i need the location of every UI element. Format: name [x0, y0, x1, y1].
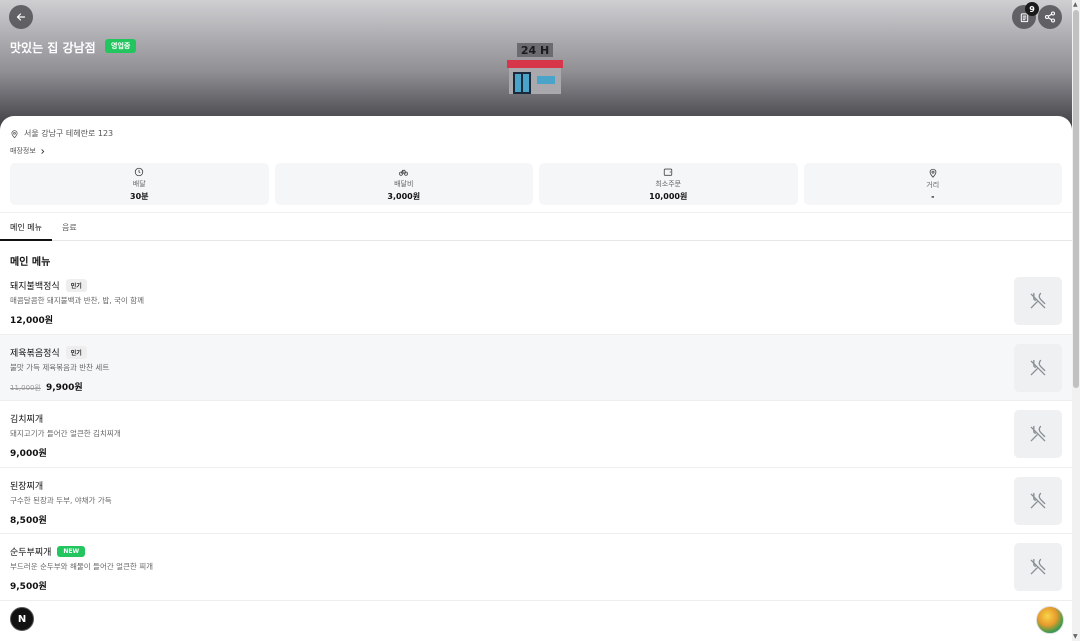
store-name: 맛있는 집 강남점 — [10, 41, 96, 55]
menu-item-price: 8,500원 — [10, 515, 47, 526]
menu-category-tabs: 메인 메뉴 음료 — [0, 212, 1072, 241]
menu-item-name: 순두부찌개 — [10, 548, 52, 558]
menu-item-desc: 매콤달콤한 돼지불백과 반찬, 밥, 국이 함께 — [10, 296, 144, 305]
section-title: 메인 메뉴 — [10, 257, 51, 268]
page-scrollbar[interactable] — [1072, 0, 1080, 641]
menu-item[interactable]: 돼지불백정식 인기 매콤달콤한 돼지불백과 반찬, 밥, 국이 함께 12,00… — [0, 268, 1072, 335]
menu-item-price: 9,900원 — [45, 382, 83, 393]
stat-label: 거리 — [926, 180, 940, 189]
no-image-utensils-icon — [1030, 558, 1046, 575]
menu-item-price: 12,000원 — [10, 316, 54, 326]
menu-item-thumbnail — [1014, 543, 1062, 591]
store-front-illustration: 24 H — [507, 43, 563, 94]
menu-item[interactable]: 된장찌개 구수한 된장과 두부, 야채가 가득 8,500원 — [0, 468, 1072, 534]
no-image-utensils-icon — [1030, 292, 1046, 309]
store-info-label: 매장정보 — [10, 147, 36, 155]
menu-item-desc: 부드러운 순두부와 해물이 들어간 얼큰한 찌개 — [10, 562, 154, 571]
scroll-down-arrow-icon[interactable]: ▼ — [1073, 633, 1078, 640]
menu-item-desc: 구수한 된장과 두부, 야채가 가득 — [10, 495, 112, 505]
location-pin-icon — [929, 168, 937, 178]
arrow-left-icon — [16, 13, 26, 21]
address-row: 서울 강남구 테헤란로 123 — [10, 128, 113, 139]
popular-tag: 인기 — [65, 279, 87, 292]
bike-icon — [399, 169, 409, 176]
clock-icon — [135, 167, 144, 176]
nextjs-dev-button[interactable]: N — [10, 607, 34, 631]
new-tag: NEW — [57, 546, 86, 557]
back-button[interactable] — [9, 5, 33, 29]
menu-item-name: 된장찌개 — [10, 481, 44, 492]
menu-item-price: 9,000원 — [10, 449, 47, 459]
address-text: 서울 강남구 테헤란로 123 — [24, 129, 114, 138]
chat-avatar-button[interactable] — [1036, 606, 1064, 634]
no-image-utensils-icon — [1030, 492, 1046, 508]
stat-label: 최소주문 — [655, 179, 682, 188]
store-sign-text: 24 H — [521, 44, 549, 57]
store-info-link[interactable]: 매장정보 — [10, 146, 46, 156]
menu-list: 돼지불백정식 인기 매콤달콤한 돼지불백과 반찬, 밥, 국이 함께 12,00… — [0, 268, 1072, 601]
menu-item-thumbnail — [1014, 476, 1062, 525]
stat-value: 3,000원 — [387, 191, 421, 201]
stat-label: 배달비 — [394, 179, 414, 188]
menu-item-name: 돼지불백정식 — [10, 282, 60, 292]
menu-item[interactable]: 제육볶음정식 인기 불맛 가득 제육볶음과 반찬 세트 11,000원 9,90… — [0, 334, 1072, 401]
no-image-utensils-icon — [1030, 359, 1046, 375]
stat-delivery-time: 배달 30분 — [10, 163, 269, 205]
share-icon — [1044, 11, 1056, 23]
order-count-badge: 9 — [1025, 2, 1039, 16]
tab-drinks[interactable]: 음료 — [52, 213, 87, 241]
stat-min-order: 최소주문 10,000원 — [539, 163, 798, 205]
delivery-stats: 배달 30분 배달비 3,000원 최소주문 10,000원 거리 - — [10, 163, 1062, 205]
menu-item[interactable]: 순두부찌개 NEW 부드러운 순두부와 해물이 들어간 얼큰한 찌개 9,500… — [0, 534, 1072, 601]
scrollbar-thumb[interactable] — [1073, 10, 1079, 388]
scroll-up-arrow-icon[interactable]: ▲ — [1073, 1, 1078, 8]
menu-item-thumbnail — [1014, 277, 1062, 325]
stat-label: 배달 — [132, 179, 146, 188]
menu-item-original-price: 11,000원 — [10, 383, 41, 392]
share-button[interactable] — [1038, 5, 1062, 29]
menu-item-price: 9,500원 — [10, 582, 47, 592]
no-image-utensils-icon — [1030, 425, 1046, 442]
menu-item[interactable]: 김치찌개 돼지고기가 들어간 얼큰한 김치찌개 9,000원 — [0, 401, 1072, 468]
location-pin-icon — [11, 129, 18, 138]
tab-main-menu[interactable]: 메인 메뉴 — [0, 213, 52, 241]
popular-tag: 인기 — [65, 345, 87, 359]
stat-value: - — [931, 191, 935, 201]
menu-item-name: 김치찌개 — [10, 415, 44, 425]
menu-item-thumbnail — [1014, 343, 1062, 392]
chevron-right-icon — [41, 148, 45, 154]
status-badge: 영업중 — [105, 39, 137, 53]
menu-item-desc: 불맛 가득 제육볶음과 반찬 세트 — [10, 362, 110, 372]
stat-value: 10,000원 — [649, 191, 688, 201]
stat-delivery-fee: 배달비 3,000원 — [274, 163, 533, 205]
wallet-icon — [664, 168, 673, 176]
stat-distance: 거리 - — [803, 163, 1062, 205]
stat-value: 30분 — [130, 191, 149, 201]
menu-item-name: 제육볶음정식 — [10, 348, 60, 359]
menu-item-desc: 돼지고기가 들어간 얼큰한 김치찌개 — [10, 429, 121, 438]
menu-item-thumbnail — [1014, 410, 1062, 458]
store-info-sheet: 서울 강남구 테헤란로 123 매장정보 배달 30분 배달비 3,000원 최… — [0, 116, 1072, 641]
